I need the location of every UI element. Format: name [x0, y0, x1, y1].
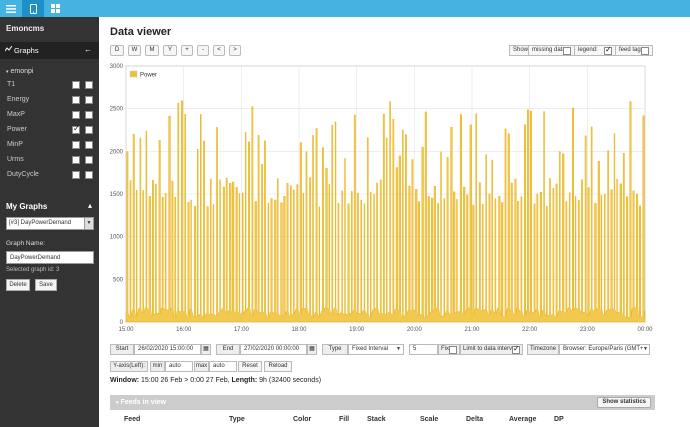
x-tick-label: 17:00	[234, 327, 250, 333]
dropdown-arrow-icon: ▼	[396, 346, 401, 352]
dropdown-arrow-icon: ▼	[643, 345, 648, 354]
feeds-panel-title[interactable]: ▾ Feeds in view	[116, 399, 166, 406]
y-tick-label: 1500	[110, 192, 124, 198]
yaxis-label: Y-axis(Left):	[110, 361, 148, 372]
column-header: DP	[554, 416, 564, 423]
fix-checkbox[interactable]	[449, 346, 457, 354]
timezone-label: Timezone	[527, 344, 559, 355]
x-tick-label: 20:00	[407, 327, 423, 333]
x-tick-label: 16:00	[176, 327, 192, 333]
x-tick-label: 23:00	[580, 327, 596, 333]
y-tick-label: 3000	[110, 64, 124, 70]
x-tick-label: 19:00	[349, 327, 365, 333]
start-input[interactable]: 26/02/2020 15:00:00	[134, 344, 201, 355]
y-tick-label: 0	[120, 320, 124, 326]
end-calendar-icon[interactable]: ▦	[307, 344, 317, 355]
type-label: Type	[322, 344, 348, 355]
reset-button[interactable]: Reset	[238, 361, 262, 372]
chart-legend: Power	[128, 69, 161, 79]
x-tick-label: 21:00	[464, 327, 480, 333]
column-header: Average	[509, 416, 537, 423]
legend-label: Power	[140, 73, 157, 79]
ymax-input[interactable]: auto	[209, 361, 237, 372]
y-tick-label: 2000	[110, 149, 124, 155]
legend-swatch	[129, 70, 138, 78]
min-label: min	[150, 361, 165, 372]
y-tick-label: 1000	[110, 235, 124, 241]
power-chart[interactable]: 0 500 1000 1500 2000 2500 3000 15:00 16:00 17:00 1…	[0, 0, 690, 345]
limit-checkbox[interactable]	[512, 344, 520, 354]
ymin-input[interactable]: auto	[165, 361, 193, 372]
column-header: Delta	[466, 416, 484, 423]
end-input[interactable]: 27/02/2020 00:00:00	[240, 344, 307, 355]
fix-option[interactable]: Fix	[438, 344, 460, 355]
x-tick-label: 22:00	[522, 327, 538, 333]
feeds-in-view-panel: ▾ Feeds in view Show statistics	[110, 395, 655, 410]
column-header: Fill	[339, 416, 350, 423]
timezone-select[interactable]: Browser: Europe/Paris (GMT+ ▼	[559, 344, 650, 355]
start-calendar-icon[interactable]: ▦	[201, 344, 211, 355]
x-tick-label: 00:00	[637, 327, 653, 333]
end-label: End	[216, 344, 240, 355]
start-label: Start	[110, 344, 134, 355]
reload-button[interactable]: Reload	[264, 361, 292, 372]
caret-down-icon: ▾	[116, 400, 119, 406]
interval-input[interactable]: 5	[409, 344, 438, 355]
x-tick-label: 15:00	[118, 327, 134, 333]
column-header: Stack	[367, 416, 386, 423]
column-header: Color	[293, 416, 312, 423]
y-tick-label: 2500	[110, 107, 124, 113]
type-select[interactable]: Fixed Interval ▼	[348, 344, 404, 355]
limit-option[interactable]: Limit to data interval	[460, 344, 523, 355]
column-header: Feed	[124, 416, 141, 423]
max-label: max	[194, 361, 209, 372]
y-tick-label: 500	[113, 277, 124, 283]
column-header: Scale	[420, 416, 439, 423]
x-tick-label: 18:00	[291, 327, 307, 333]
column-header: Type	[229, 416, 245, 423]
show-statistics-button[interactable]: Show statistics	[597, 397, 651, 408]
window-info: Window: 15:00 26 Feb > 0:00 27 Feb, Leng…	[110, 377, 322, 384]
